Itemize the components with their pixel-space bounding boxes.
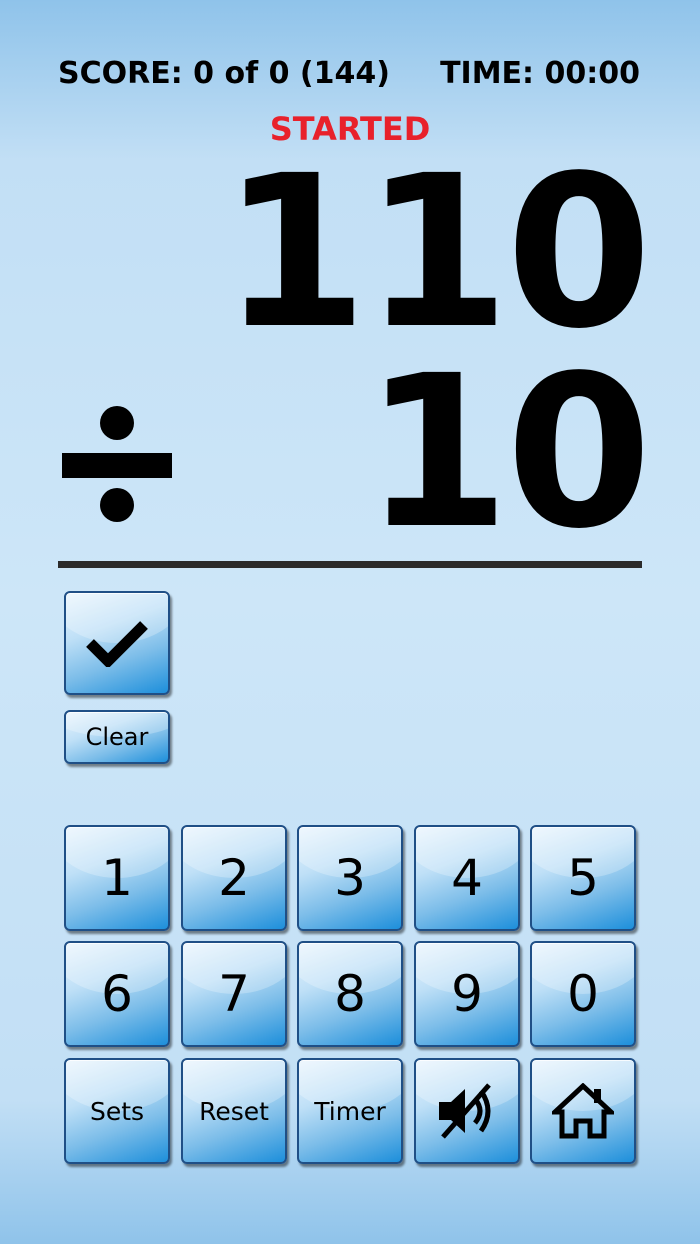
divisor: 10 [363, 330, 652, 575]
reset-button[interactable]: Reset [181, 1058, 287, 1164]
home-icon [552, 1083, 614, 1139]
key-label: 7 [218, 965, 250, 1023]
key-7[interactable]: 7 [181, 941, 287, 1047]
key-9[interactable]: 9 [414, 941, 520, 1047]
key-label: 8 [334, 965, 366, 1023]
key-label: 4 [451, 849, 483, 907]
home-button[interactable] [530, 1058, 636, 1164]
key-label: 1 [101, 849, 133, 907]
division-icon [62, 406, 172, 522]
key-5[interactable]: 5 [530, 825, 636, 931]
clear-button[interactable]: Clear [64, 710, 170, 764]
clear-button-label: Clear [85, 723, 149, 751]
key-1[interactable]: 1 [64, 825, 170, 931]
check-answer-button[interactable] [64, 591, 170, 695]
sets-button[interactable]: Sets [64, 1058, 170, 1164]
timer-button[interactable]: Timer [297, 1058, 403, 1164]
reset-button-label: Reset [199, 1096, 269, 1126]
key-4[interactable]: 4 [414, 825, 520, 931]
timer-label: TIME: 00:00 [440, 56, 640, 91]
key-0[interactable]: 0 [530, 941, 636, 1047]
sets-button-label: Sets [89, 1096, 145, 1126]
answer-divider [58, 561, 642, 568]
key-label: 2 [218, 849, 250, 907]
key-label: 0 [567, 965, 599, 1023]
key-label: 3 [334, 849, 366, 907]
score-label: SCORE: 0 of 0 (144) [58, 56, 390, 91]
key-2[interactable]: 2 [181, 825, 287, 931]
key-6[interactable]: 6 [64, 941, 170, 1047]
key-3[interactable]: 3 [297, 825, 403, 931]
dividend: 110 [221, 130, 652, 375]
key-label: 5 [567, 849, 599, 907]
checkmark-icon [86, 621, 148, 667]
sound-muted-icon [439, 1083, 491, 1139]
key-label: 6 [101, 965, 133, 1023]
timer-button-label: Timer [314, 1096, 386, 1126]
key-8[interactable]: 8 [297, 941, 403, 1047]
key-label: 9 [451, 965, 483, 1023]
mute-button[interactable] [414, 1058, 520, 1164]
